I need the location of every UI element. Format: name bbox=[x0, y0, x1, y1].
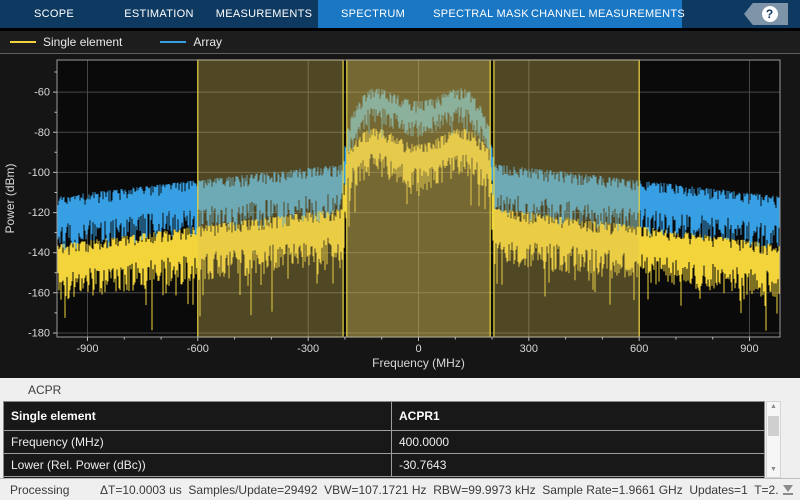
y-tick-label: -60 bbox=[34, 87, 50, 99]
acpr-cell-frequency-label: Frequency (MHz) bbox=[4, 431, 391, 453]
acpr-table-scrollbar[interactable]: ▲ ▼ bbox=[766, 401, 781, 478]
acpr-cell-lower-label: Lower (Rel. Power (dBc)) bbox=[4, 454, 391, 476]
acpr-table-header-row: Single element ACPR1 bbox=[4, 402, 764, 431]
acpr-panel: ACPR Single element ACPR1 Frequency (MHz… bbox=[0, 378, 800, 478]
legend-item-single-element[interactable]: Single element bbox=[10, 35, 122, 49]
spectrum-analyzer-window: SCOPE ESTIMATION MEASUREMENTS SPECTRUM S… bbox=[0, 0, 800, 500]
adjacent-channel-band bbox=[494, 60, 639, 337]
help-icon: ? bbox=[762, 6, 778, 22]
scrollbar-thumb[interactable] bbox=[768, 416, 779, 436]
scrollbar-down-icon[interactable]: ▼ bbox=[770, 465, 777, 477]
legend-line-yellow-icon bbox=[10, 41, 36, 43]
tab-spectral-mask[interactable]: SPECTRAL MASK bbox=[428, 0, 534, 28]
legend-bar: Single element Array bbox=[0, 31, 800, 54]
table-row[interactable]: Lower (Rel. Power (dBc)) -30.7643 bbox=[4, 454, 764, 477]
tab-measurements[interactable]: MEASUREMENTS bbox=[210, 0, 318, 28]
acpr-cell-lower-value: -30.7643 bbox=[391, 454, 764, 476]
acpr-cell-frequency-value: 400.0000 bbox=[391, 431, 764, 453]
tab-channel-measurements[interactable]: CHANNEL MEASUREMENTS bbox=[534, 0, 682, 28]
spectrum-plot[interactable]: -900 -600 -300 0 300 600 900 -180 -160 -140 -120 -1… bbox=[0, 55, 800, 378]
x-tick-label: -600 bbox=[187, 343, 209, 355]
x-tick-label: 600 bbox=[630, 343, 648, 355]
tab-scope[interactable]: SCOPE bbox=[0, 0, 108, 28]
x-tick-label: 0 bbox=[415, 343, 421, 355]
scrollbar-up-icon[interactable]: ▲ bbox=[770, 402, 777, 414]
x-axis-title: Frequency (MHz) bbox=[372, 356, 465, 370]
toolstrip-tabbar: SCOPE ESTIMATION MEASUREMENTS SPECTRUM S… bbox=[0, 0, 800, 28]
y-axis-title: Power (dBm) bbox=[3, 163, 17, 233]
legend-item-array[interactable]: Array bbox=[160, 35, 222, 49]
scroll-to-bottom-icon[interactable] bbox=[781, 484, 795, 496]
legend-line-blue-icon bbox=[160, 41, 186, 43]
status-stats: ΔT=10.0003 us Samples/Update=29492 VBW=1… bbox=[100, 483, 779, 497]
y-tick-label: -140 bbox=[28, 247, 50, 259]
y-tick-label: -180 bbox=[28, 327, 50, 339]
help-button[interactable]: ? bbox=[744, 3, 788, 25]
acpr-header-acpr1: ACPR1 bbox=[391, 402, 764, 430]
adjacent-channel-band bbox=[198, 60, 343, 337]
x-tick-label: -300 bbox=[297, 343, 319, 355]
main-channel-band bbox=[347, 60, 490, 337]
legend-label: Array bbox=[193, 35, 222, 49]
y-tick-label: -100 bbox=[28, 167, 50, 179]
x-tick-label: 300 bbox=[520, 343, 538, 355]
y-tick-label: -120 bbox=[28, 207, 50, 219]
x-tick-label: -900 bbox=[77, 343, 99, 355]
acpr-header-channel: Single element bbox=[4, 402, 391, 430]
legend-label: Single element bbox=[43, 35, 122, 49]
tab-estimation[interactable]: ESTIMATION bbox=[108, 0, 210, 28]
acpr-panel-title: ACPR bbox=[28, 383, 61, 397]
tab-spectrum[interactable]: SPECTRUM bbox=[318, 0, 428, 28]
status-state: Processing bbox=[10, 483, 100, 497]
y-tick-label: -160 bbox=[28, 287, 50, 299]
status-bar: Processing ΔT=10.0003 us Samples/Update=… bbox=[0, 478, 800, 500]
table-row[interactable]: Frequency (MHz) 400.0000 bbox=[4, 431, 764, 454]
acpr-table: Single element ACPR1 Frequency (MHz) 400… bbox=[3, 401, 765, 483]
y-tick-label: -80 bbox=[34, 127, 50, 139]
plot-panel: -900 -600 -300 0 300 600 900 -180 -160 -140 -120 -1… bbox=[0, 55, 800, 378]
tab-group-selected: SPECTRUM SPECTRAL MASK CHANNEL MEASUREME… bbox=[318, 0, 682, 28]
x-tick-label: 900 bbox=[740, 343, 758, 355]
